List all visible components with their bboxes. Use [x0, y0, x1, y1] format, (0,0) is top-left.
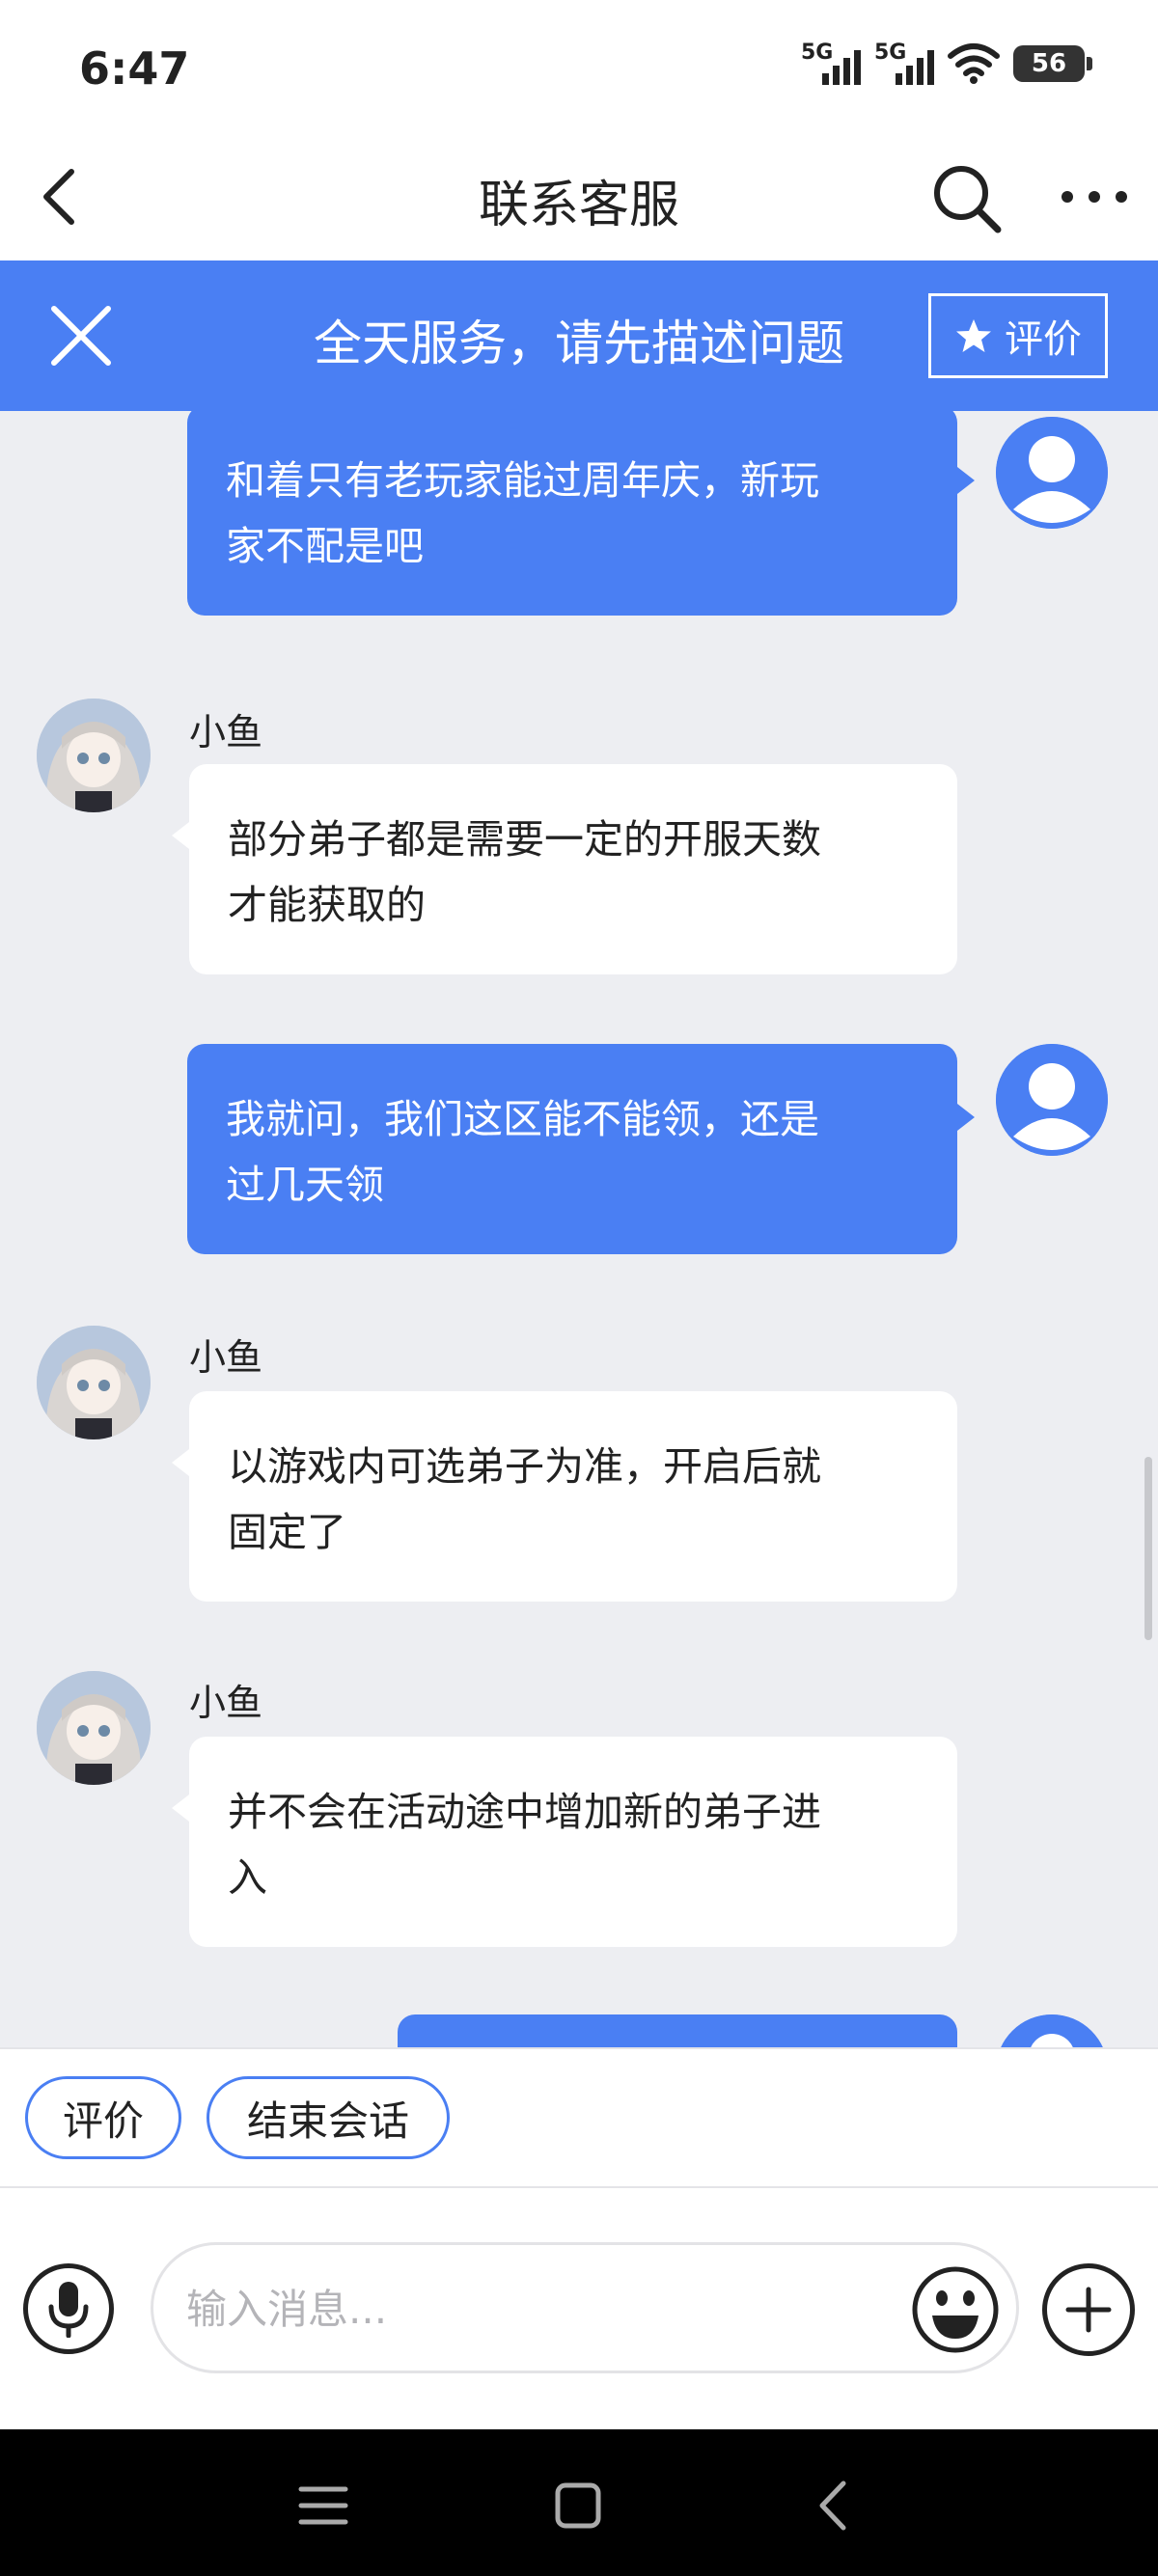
agent-avatar — [37, 1326, 151, 1439]
plus-icon — [1065, 2287, 1112, 2333]
star-icon — [956, 319, 991, 352]
microphone-icon — [48, 2282, 89, 2338]
status-time: 6:47 — [79, 42, 190, 95]
wifi-icon — [948, 43, 1000, 84]
message-line: 并不会在活动途中增加新的弟子进 — [228, 1789, 821, 1835]
message-line: 以游戏内可选弟子为准，开启后就 — [228, 1443, 821, 1490]
system-nav-bar — [0, 2429, 1158, 2576]
message-input[interactable] — [186, 2274, 920, 2343]
battery-icon: 56 — [1013, 45, 1092, 82]
search-icon[interactable] — [928, 160, 1004, 235]
end-session-chip[interactable]: 结束会话 — [207, 2076, 450, 2159]
rate-button-label: 评价 — [1005, 317, 1082, 362]
message-line: 才能获取的 — [228, 882, 426, 928]
user-avatar — [996, 1044, 1108, 1156]
signal-icon: 5G — [874, 41, 934, 87]
message-line: 家不配是吧 — [226, 523, 424, 569]
service-banner: 全天服务，请先描述问题 评价 — [0, 260, 1158, 411]
message-line: 和着只有老玩家能过周年庆，新玩 — [226, 457, 819, 504]
agent-avatar — [37, 1671, 151, 1785]
quick-actions: 评价 结束会话 — [0, 2047, 1158, 2188]
home-icon[interactable] — [544, 2472, 612, 2539]
sender-name: 小鱼 — [189, 1336, 263, 1379]
message-bubble-incoming: 部分弟子都是需要一定的开服天数 才能获取的 — [189, 764, 957, 974]
back-icon[interactable] — [801, 2472, 868, 2539]
message-line: 我就问，我们这区能不能领，还是 — [226, 1096, 819, 1142]
sender-name: 小鱼 — [189, 1682, 263, 1724]
message-line: 固定了 — [228, 1509, 346, 1555]
message-input-wrapper — [151, 2242, 1019, 2373]
message-line: 过几天领 — [226, 1162, 384, 1208]
menu-icon[interactable] — [290, 2472, 357, 2539]
user-avatar — [996, 2014, 1108, 2047]
message-bubble-outgoing: 我就问，我们这区能不能领，还是 过几天领 — [187, 1044, 957, 1254]
message-bubble-outgoing: 和着只有老玩家能过周年庆，新玩 家不配是吧 — [187, 411, 957, 616]
agent-avatar — [37, 699, 151, 812]
message-bubble-outgoing — [398, 2014, 957, 2047]
message-line: 入 — [228, 1854, 267, 1901]
emoji-icon[interactable] — [911, 2265, 1000, 2354]
voice-button[interactable] — [23, 2263, 114, 2354]
scrollbar[interactable] — [1144, 1457, 1152, 1640]
attach-button[interactable] — [1042, 2263, 1135, 2356]
header: 联系客服 — [0, 135, 1158, 260]
message-bubble-incoming: 以游戏内可选弟子为准，开启后就 固定了 — [189, 1391, 957, 1602]
status-icons: 5G 5G 56 — [801, 41, 1092, 87]
user-avatar — [996, 417, 1108, 529]
input-bar — [0, 2188, 1158, 2429]
signal-icon: 5G — [801, 41, 861, 87]
rate-chip[interactable]: 评价 — [25, 2076, 181, 2159]
message-bubble-incoming: 并不会在活动途中增加新的弟子进 入 — [189, 1737, 957, 1947]
rate-button[interactable]: 评价 — [928, 293, 1108, 378]
more-horizontal-icon[interactable] — [1058, 174, 1131, 220]
message-line: 部分弟子都是需要一定的开服天数 — [228, 816, 821, 863]
chat-area[interactable]: 和着只有老玩家能过周年庆，新玩 家不配是吧 小鱼 部分弟子都是需要一定的开服天数… — [0, 411, 1158, 2047]
status-bar: 6:47 5G 5G 56 — [0, 0, 1158, 135]
sender-name: 小鱼 — [189, 711, 263, 754]
